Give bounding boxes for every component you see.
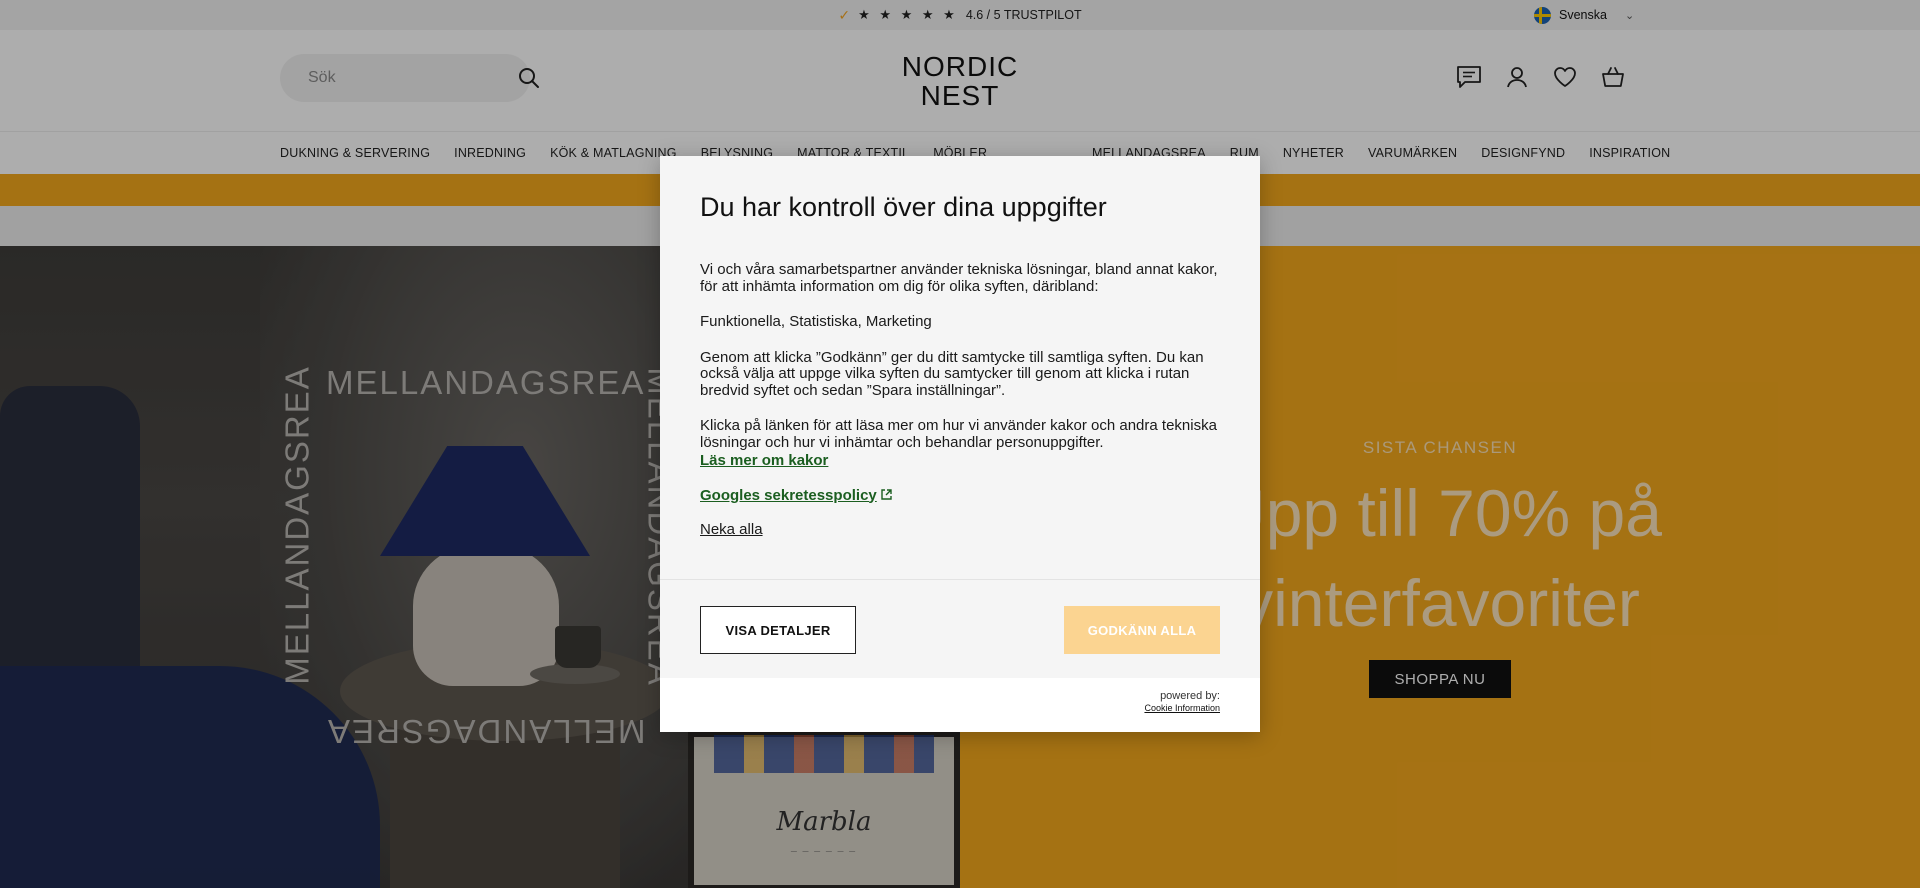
consent-divider [660,579,1260,580]
accept-all-button[interactable]: GODKÄNN ALLA [1064,606,1220,654]
consent-title: Du har kontroll över dina uppgifter [700,192,1107,222]
cookie-consent-dialog: Du har kontroll över dina uppgifter Vi o… [660,156,1260,732]
cookie-information-link[interactable]: Cookie Information [1144,703,1220,713]
deny-all-link[interactable]: Neka alla [700,521,763,538]
google-privacy-link[interactable]: Googles sekretesspolicy [700,487,877,504]
show-details-button[interactable]: VISA DETALJER [700,606,856,654]
consent-body: Vi och våra samarbetspartner använder te… [700,261,1230,558]
consent-paragraph-accept: Genom att klicka ”Godkänn” ger du ditt s… [700,348,1204,399]
powered-by-label: powered by: [1160,690,1220,702]
consent-purposes: Funktionella, Statistiska, Marketing [700,313,932,330]
consent-paragraph-info: Klicka på länken för att läsa mer om hur… [700,417,1217,451]
consent-paragraph-intro: Vi och våra samarbetspartner använder te… [700,261,1218,295]
consent-footer: powered by: Cookie Information [660,678,1260,732]
read-more-cookies-link[interactable]: Läs mer om kakor [700,452,828,469]
external-link-icon [881,488,892,505]
